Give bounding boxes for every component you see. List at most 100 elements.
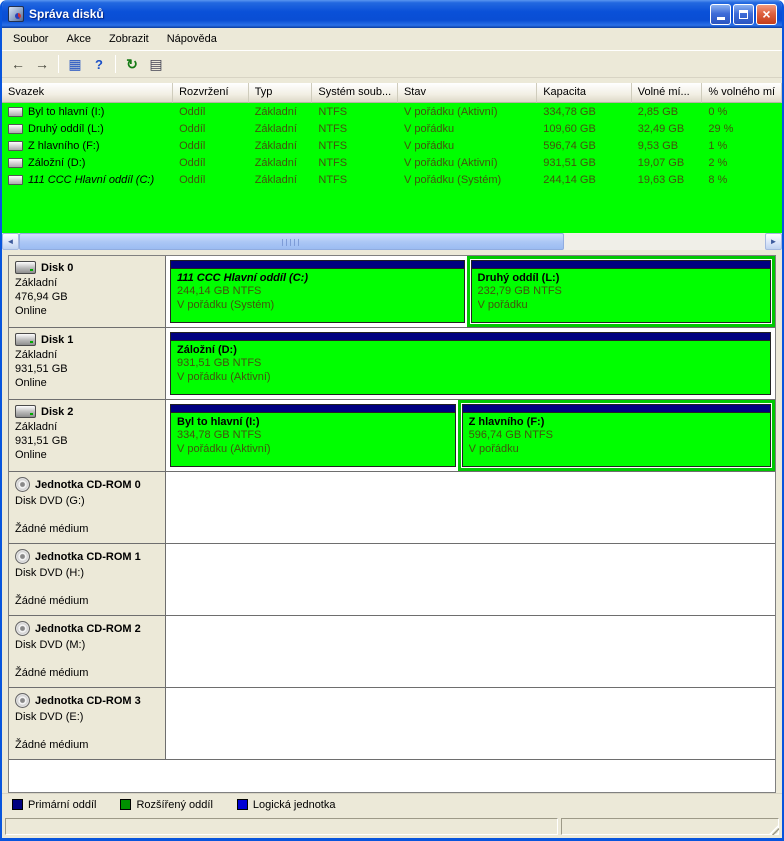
column-header-1[interactable]: Rozvržení (173, 83, 249, 103)
maximize-button[interactable] (733, 4, 754, 25)
menu-item-2[interactable]: Zobrazit (100, 29, 158, 49)
menu-item-3[interactable]: Nápověda (158, 29, 226, 49)
cdrom-icon (15, 549, 30, 564)
disk-view-button[interactable]: ▤ (144, 53, 168, 75)
back-button[interactable]: ← (6, 53, 30, 75)
device-status: Žádné médium (15, 738, 159, 752)
volume-cell: Základní (249, 106, 313, 118)
primary-partition-band (171, 333, 770, 341)
device-size: 476,94 GB (15, 290, 159, 304)
close-button[interactable]: × (756, 4, 777, 25)
scrollbar-thumb[interactable] (19, 233, 564, 250)
column-header-label: Stav (404, 86, 426, 98)
menu-item-0[interactable]: Soubor (4, 29, 57, 49)
cdrom-row: Jednotka CD-ROM 1Disk DVD (H:)Žádné médi… (9, 544, 775, 616)
legend-label: Logická jednotka (253, 799, 336, 811)
cdrom-info-panel[interactable]: Jednotka CD-ROM 3Disk DVD (E:)Žádné médi… (9, 688, 166, 759)
volume-row[interactable]: Z hlavního (F:)OddílZákladníNTFSV pořádk… (2, 137, 782, 154)
column-header-label: Systém soub... (318, 86, 391, 98)
volume-row[interactable]: Druhý oddíl (L:)OddílZákladníNTFSV pořád… (2, 120, 782, 137)
disk-management-window: Správa disků × SouborAkceZobrazitNápověd… (0, 0, 784, 841)
toolbar-separator (58, 55, 59, 73)
column-header-4[interactable]: Stav (398, 83, 537, 103)
help-button[interactable]: ? (87, 53, 111, 75)
device-size-empty (15, 580, 159, 594)
disk-info-panel[interactable]: Disk 1Základní931,51 GBOnline (9, 328, 166, 399)
column-header-0[interactable]: Svazek (2, 83, 173, 103)
column-header-5[interactable]: Kapacita (537, 83, 632, 103)
device-title: Jednotka CD-ROM 1 (15, 549, 159, 564)
scrollbar-track[interactable] (19, 233, 765, 250)
status-bar (2, 815, 782, 838)
partition-body: Byl to hlavní (I:)334,78 GB NTFSV pořádk… (171, 413, 455, 466)
toolbar-separator (115, 55, 116, 73)
volume-row[interactable]: Byl to hlavní (I:)OddílZákladníNTFSV poř… (2, 103, 782, 120)
volume-icon (8, 141, 23, 151)
disk-info-panel[interactable]: Disk 2Základní931,51 GBOnline (9, 400, 166, 471)
volume-cell: NTFS (312, 140, 398, 152)
column-header-label: Rozvržení (179, 86, 229, 98)
column-header-label: % volného mí (708, 86, 775, 98)
disk-info-panel[interactable]: Disk 0Základní476,94 GBOnline (9, 256, 166, 327)
horizontal-scrollbar[interactable]: ◄ ► (2, 233, 782, 250)
disk-icon (15, 405, 36, 418)
volume-cell: 19,63 GB (632, 174, 703, 186)
refresh-icon: ↻ (126, 57, 138, 71)
partition-block[interactable]: Byl to hlavní (I:)334,78 GB NTFSV pořádk… (170, 404, 456, 467)
volume-icon (8, 158, 23, 168)
volume-row[interactable]: 111 CCC Hlavní oddíl (C:)OddílZákladníNT… (2, 171, 782, 188)
volume-cell: Základní (249, 123, 313, 135)
partition-status: V pořádku (478, 298, 764, 312)
volume-cell: V pořádku (Aktivní) (398, 106, 537, 118)
volume-row[interactable]: Záložní (D:)OddílZákladníNTFSV pořádku (… (2, 154, 782, 171)
app-icon (8, 6, 24, 22)
menu-item-1[interactable]: Akce (57, 29, 99, 49)
column-header-2[interactable]: Typ (249, 83, 313, 103)
volume-cell: 111 CCC Hlavní oddíl (C:) (2, 174, 173, 186)
refresh-button[interactable]: ↻ (120, 53, 144, 75)
partition-block[interactable]: Z hlavního (F:)596,74 GB NTFSV pořádku (462, 404, 771, 467)
device-title: Disk 1 (15, 333, 159, 346)
partition-name: Druhý oddíl (L:) (478, 272, 764, 284)
volume-icon (8, 124, 23, 134)
title-bar[interactable]: Správa disků × (2, 0, 782, 28)
device-type: Základní (15, 420, 159, 434)
volume-cell: Druhý oddíl (L:) (2, 123, 173, 135)
cdrom-info-panel[interactable]: Jednotka CD-ROM 0Disk DVD (G:)Žádné médi… (9, 472, 166, 543)
partition-block[interactable]: 111 CCC Hlavní oddíl (C:)244,14 GB NTFSV… (170, 260, 465, 323)
device-status: Online (15, 376, 159, 390)
device-type: Základní (15, 348, 159, 362)
volume-name: Byl to hlavní (I:) (28, 106, 104, 118)
partition-block[interactable]: Záložní (D:)931,51 GB NTFSV pořádku (Akt… (170, 332, 771, 395)
forward-button[interactable]: → (30, 53, 54, 75)
volume-icon (8, 107, 23, 117)
minimize-button[interactable] (710, 4, 731, 25)
cdrom-info-panel[interactable]: Jednotka CD-ROM 1Disk DVD (H:)Žádné médi… (9, 544, 166, 615)
scroll-right-button[interactable]: ► (765, 233, 782, 250)
partition-name: 111 CCC Hlavní oddíl (C:) (177, 272, 458, 284)
volume-name: 111 CCC Hlavní oddíl (C:) (28, 174, 154, 186)
console-tree-button[interactable]: ▦ (63, 53, 87, 75)
column-header-7[interactable]: % volného mí (702, 83, 782, 103)
device-status: Online (15, 304, 159, 318)
volume-cell: Oddíl (173, 174, 249, 186)
cdrom-info-panel[interactable]: Jednotka CD-ROM 2Disk DVD (M:)Žádné médi… (9, 616, 166, 687)
volume-cell: Oddíl (173, 123, 249, 135)
toolbar: ←→ ▦? ↻ ▤ (2, 50, 782, 78)
resize-grip[interactable] (766, 822, 779, 835)
partition-area (166, 544, 775, 615)
volume-cell: Základní (249, 174, 313, 186)
volume-cell: 8 % (702, 174, 782, 186)
column-header-3[interactable]: Systém soub... (312, 83, 398, 103)
column-header-6[interactable]: Volné mí... (632, 83, 703, 103)
device-size-empty (15, 724, 159, 738)
partition-body: Druhý oddíl (L:)232,79 GB NTFSV pořádku (472, 269, 770, 322)
column-header-label: Typ (255, 86, 273, 98)
scroll-left-button[interactable]: ◄ (2, 233, 19, 250)
device-name: Disk 0 (41, 262, 73, 274)
disk-graph-pane: Disk 0Základní476,94 GBOnline111 CCC Hla… (8, 255, 776, 793)
device-status: Žádné médium (15, 666, 159, 680)
partition-block[interactable]: Druhý oddíl (L:)232,79 GB NTFSV pořádku (471, 260, 771, 323)
volume-cell: 29 % (702, 123, 782, 135)
volume-cell: NTFS (312, 106, 398, 118)
